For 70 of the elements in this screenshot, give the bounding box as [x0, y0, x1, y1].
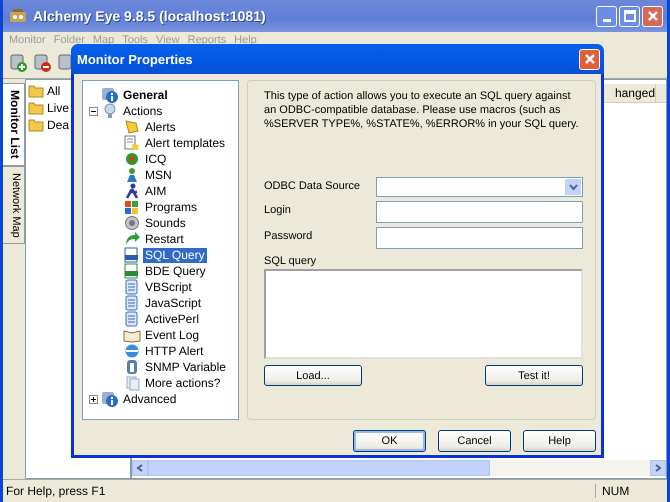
flag-icon [123, 199, 141, 215]
tree-item[interactable]: HTTP Alert [143, 344, 206, 358]
folder-icon [28, 100, 44, 114]
dialog-button[interactable]: OK [353, 430, 426, 452]
collapse-icon[interactable] [89, 106, 98, 116]
tree-item[interactable]: Restart [143, 232, 186, 246]
app-icon [9, 8, 27, 24]
speaker-icon [123, 215, 141, 231]
folder-label[interactable]: All [47, 84, 60, 98]
tree-item[interactable]: MSN [143, 168, 174, 182]
document-icon [123, 135, 141, 151]
query-field[interactable] [264, 269, 583, 359]
expand-icon[interactable] [89, 394, 98, 404]
field-label: Password [264, 229, 314, 244]
maximize-icon [624, 10, 636, 22]
dropdown-field[interactable] [376, 177, 583, 197]
side-tab[interactable]: Network Map [3, 166, 25, 244]
remove-icon[interactable] [33, 53, 53, 73]
window-title: Alchemy Eye 9.8.5 (localhost:1081) [33, 8, 266, 24]
dialog-title: Monitor Properties [77, 52, 193, 66]
folder-label[interactable]: Dea [47, 118, 70, 132]
folder-label[interactable]: Live [47, 100, 70, 114]
tree-item[interactable]: General [121, 88, 170, 102]
side-tab[interactable]: Monitor List [3, 83, 25, 166]
description-text: This type of action allows you to execute an SQL query against an ODBC-compatible database. Please use macros (such as %SERVER TYPE%, %STATE%, %ERROR% in your SQL query. [264, 89, 580, 131]
status-pane: NUM [595, 484, 636, 498]
info-icon [101, 87, 119, 103]
maximize-button[interactable] [619, 6, 640, 26]
dialog-button[interactable]: Cancel [438, 430, 511, 452]
tree-item[interactable]: SQL Query [143, 248, 207, 262]
panel-button[interactable]: Test it! [485, 365, 583, 386]
tree-item[interactable]: JavaScript [143, 296, 204, 310]
close-icon [584, 53, 596, 65]
tree-item[interactable]: Sounds [143, 216, 188, 230]
info-icon [101, 391, 119, 407]
tree-item[interactable]: Actions [121, 104, 164, 118]
folder-icon [28, 84, 44, 98]
column-header[interactable]: hanged [614, 84, 655, 102]
input-field[interactable] [376, 201, 583, 223]
close-button[interactable] [579, 48, 600, 70]
tree-item[interactable]: AIM [143, 184, 168, 198]
tree-item[interactable]: Event Log [143, 328, 202, 342]
tree-item[interactable]: ICQ [143, 152, 168, 166]
document-icon [123, 263, 141, 279]
field-label: SQL query [264, 255, 318, 267]
panel-button[interactable]: Load... [264, 365, 362, 386]
minimize-icon [602, 18, 610, 22]
tree-item[interactable]: Alerts [143, 120, 178, 134]
field-label: ODBC Data Source [264, 179, 361, 194]
tree-item[interactable]: SNMP Variable [143, 360, 228, 374]
tree-item[interactable]: Advanced [121, 392, 178, 406]
close-icon [646, 10, 658, 22]
tree-item[interactable]: Programs [143, 200, 200, 214]
password-field[interactable] [376, 227, 583, 249]
close-button[interactable] [642, 6, 663, 26]
tree-item[interactable]: Alert templates [143, 136, 228, 150]
document-icon [123, 247, 141, 263]
tree-item[interactable]: More actions? [143, 376, 222, 390]
tree-item[interactable]: BDE Query [143, 264, 208, 278]
add-icon[interactable] [9, 53, 29, 73]
status-text: For Help, press F1 [5, 484, 106, 498]
figure-icon [123, 183, 141, 199]
folder-icon [28, 118, 44, 132]
minimize-button[interactable] [596, 6, 617, 26]
horizontal-scrollbar[interactable] [132, 460, 666, 476]
field-label: Login [264, 203, 292, 218]
dialog-button[interactable]: Help [523, 430, 596, 452]
arrow-icon [123, 231, 141, 247]
tree-item[interactable]: VBScript [143, 280, 194, 294]
tree-item[interactable]: ActivePerl [143, 312, 202, 326]
